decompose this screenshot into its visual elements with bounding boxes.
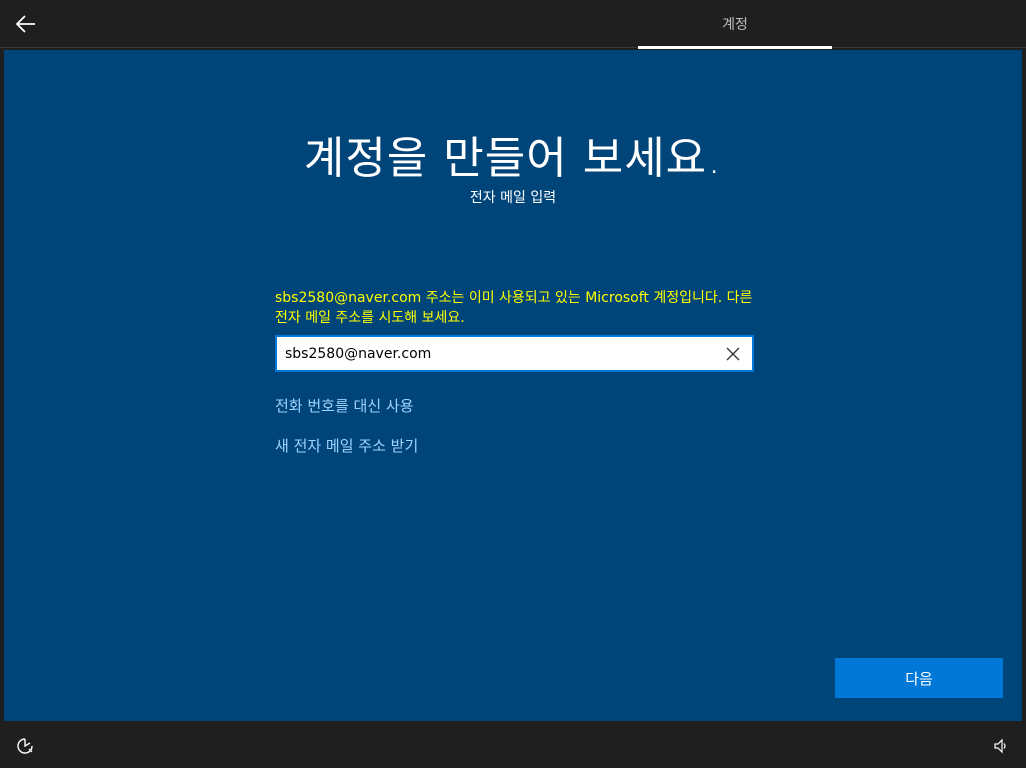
tab-account-label: 계정 — [722, 17, 748, 33]
next-button[interactable]: 다음 — [835, 658, 1003, 698]
oobe-window: 계정 계정을 만들어 보세요. 전자 메일 입력 sbs2580@naver.c… — [0, 0, 1026, 768]
tab-account: 계정 — [638, 0, 832, 48]
back-arrow-icon — [16, 15, 35, 33]
back-button[interactable] — [6, 6, 46, 42]
close-icon — [726, 347, 740, 361]
page-title: 계정을 만들어 보세요. — [303, 133, 723, 184]
error-message: sbs2580@naver.com 주소는 이미 사용되고 있는 Microso… — [275, 290, 753, 326]
use-phone-link[interactable]: 전화 번호를 대신 사용 — [275, 395, 414, 416]
ease-of-access-icon — [17, 738, 33, 754]
volume-icon — [994, 738, 1006, 754]
main-panel: 계정을 만들어 보세요. 전자 메일 입력 sbs2580@naver.com … — [4, 50, 1022, 721]
email-field[interactable] — [275, 335, 754, 372]
bottom-bar — [0, 721, 1026, 768]
tab-underline — [638, 46, 832, 49]
ease-of-access-button[interactable] — [14, 735, 36, 757]
top-bar: 계정 — [0, 0, 1026, 49]
volume-button[interactable] — [990, 735, 1012, 757]
email-input[interactable] — [285, 337, 705, 370]
new-email-link[interactable]: 새 전자 메일 주소 받기 — [275, 435, 418, 456]
clear-button[interactable] — [720, 341, 746, 367]
page-subtitle: 전자 메일 입력 — [469, 190, 557, 206]
